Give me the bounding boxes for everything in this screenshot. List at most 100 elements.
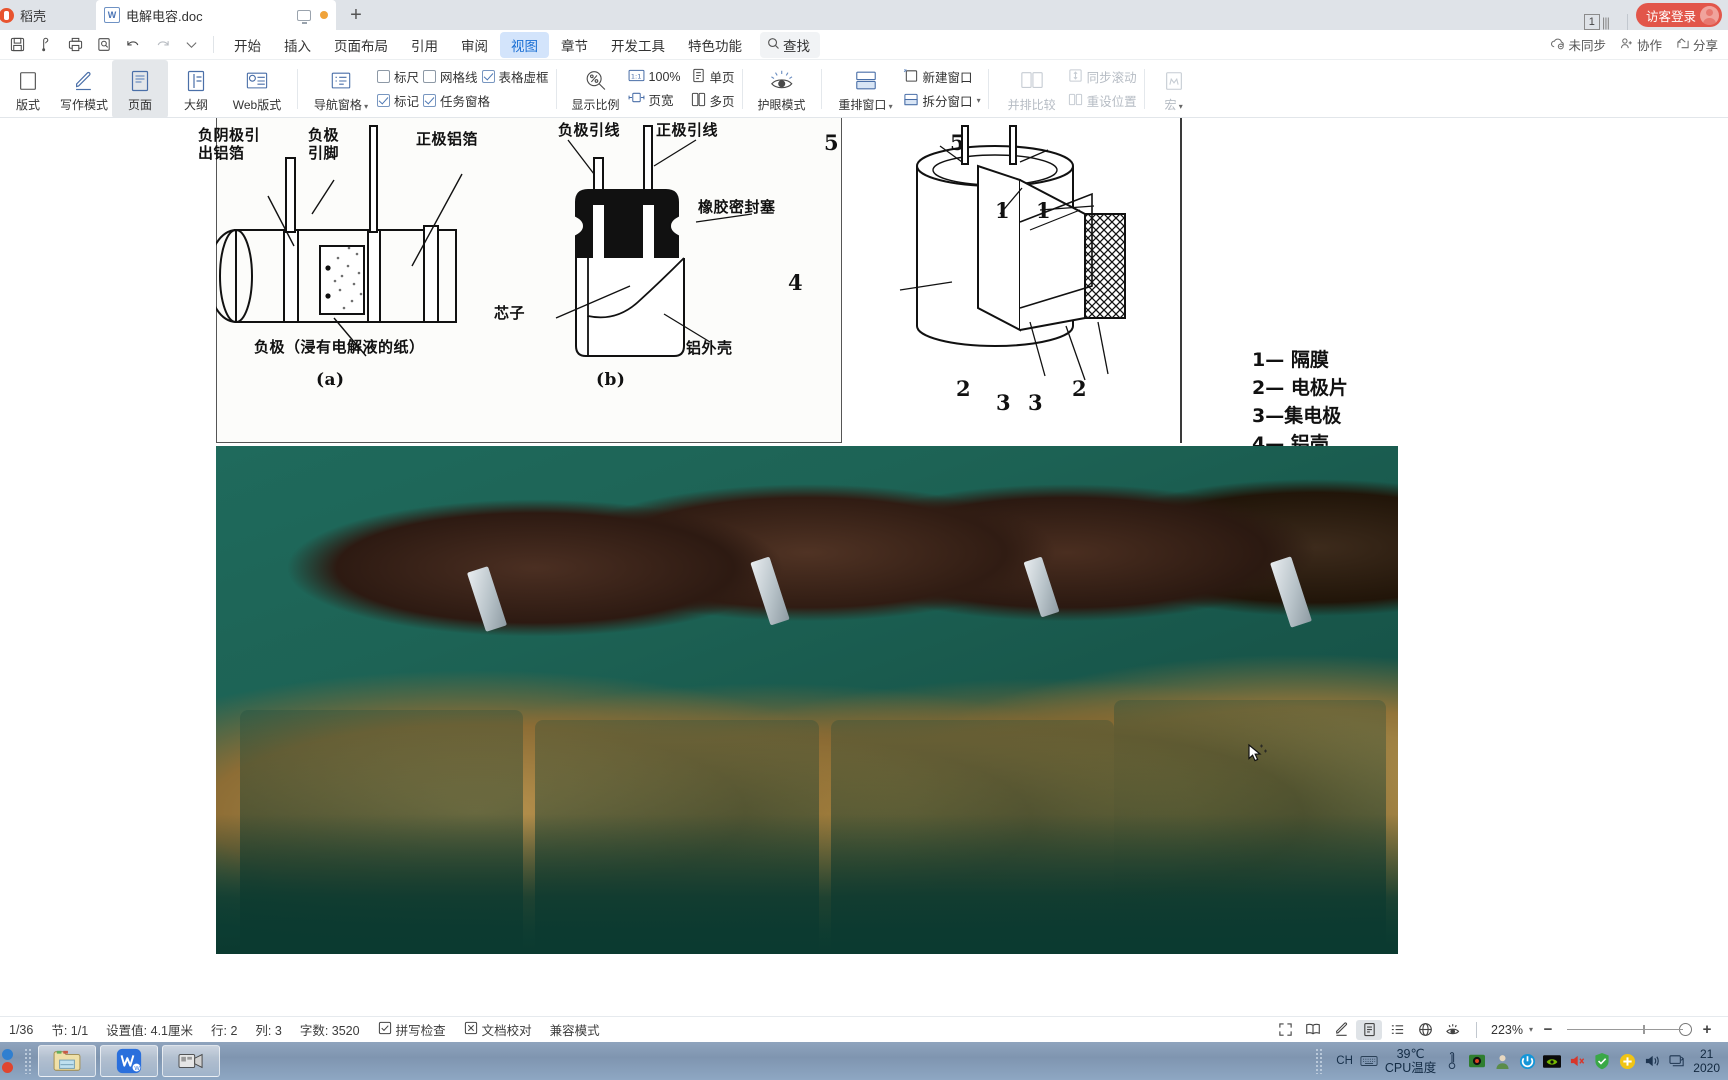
taskbar-item-file-explorer[interactable] bbox=[38, 1045, 96, 1077]
sync-status-button[interactable]: 未同步 bbox=[1544, 32, 1612, 57]
checkbox-box[interactable] bbox=[377, 70, 390, 83]
checkbox-ruler[interactable]: 标尺 bbox=[377, 67, 419, 86]
checkbox-table-border[interactable]: 表格虚框 bbox=[481, 67, 549, 86]
status-setting[interactable]: 设置值: 4.1厘米 bbox=[97, 1020, 202, 1039]
customize-toolbar-icon[interactable] bbox=[178, 33, 204, 57]
status-page[interactable]: 1/36 bbox=[0, 1023, 42, 1037]
ribbon-single-page[interactable]: 单页 bbox=[691, 67, 735, 86]
keyboard-icon[interactable] bbox=[1360, 1052, 1378, 1070]
save-icon[interactable] bbox=[4, 33, 30, 57]
ribbon-page-mode[interactable]: 页面 bbox=[112, 60, 168, 117]
network-icon[interactable] bbox=[1668, 1052, 1686, 1070]
start-button[interactable] bbox=[0, 1042, 18, 1080]
menu-item-special[interactable]: 特色功能 bbox=[677, 32, 753, 58]
clock-time: 21 bbox=[1699, 1046, 1714, 1061]
print-preview-icon[interactable] bbox=[33, 33, 59, 57]
zoom-out-button[interactable]: − bbox=[1535, 1020, 1561, 1040]
ribbon-sync-scroll: 同步滚动 bbox=[1068, 67, 1137, 86]
menu-item-review[interactable]: 审阅 bbox=[450, 32, 499, 58]
shield-icon[interactable] bbox=[1593, 1052, 1611, 1070]
status-col[interactable]: 列: 3 bbox=[246, 1020, 290, 1039]
guest-login-button[interactable]: 访客登录 bbox=[1635, 3, 1722, 27]
search-doc-icon[interactable] bbox=[91, 33, 117, 57]
ribbon-outline-mode[interactable]: 大纲 bbox=[168, 60, 224, 117]
status-section[interactable]: 节: 1/1 bbox=[42, 1020, 97, 1039]
taskbar-grip[interactable] bbox=[24, 1048, 32, 1074]
volume-mute-icon[interactable] bbox=[1568, 1052, 1586, 1070]
ribbon-display-ratio[interactable]: 显示比例 bbox=[564, 60, 628, 117]
status-divider bbox=[1476, 1021, 1477, 1038]
document-canvas[interactable]: 负阴极引 出铝箔 负极 引脚 正极铝箔 负极（浸有电解液的纸） (a) 负极引线… bbox=[0, 118, 1728, 1016]
checkbox-box[interactable] bbox=[481, 70, 495, 83]
taskbar-clock[interactable]: 21 2020 bbox=[1693, 1047, 1720, 1076]
undo-icon[interactable] bbox=[120, 33, 146, 57]
menu-search-button[interactable]: 查找 bbox=[760, 31, 820, 58]
status-word-count[interactable]: 字数: 3520 bbox=[291, 1020, 369, 1039]
eye-protect-icon[interactable] bbox=[1440, 1020, 1466, 1040]
write-mode-icon[interactable] bbox=[1328, 1020, 1354, 1040]
ribbon-multi-page[interactable]: 多页 bbox=[691, 91, 735, 110]
target-icon[interactable] bbox=[1468, 1052, 1486, 1070]
ribbon-page-width[interactable]: 页宽 bbox=[628, 90, 681, 109]
checkbox-task-pane[interactable]: 任务窗格 bbox=[423, 91, 490, 110]
ribbon-nav-pane[interactable]: 导航窗格 ▾ bbox=[305, 60, 377, 117]
ribbon-split-window[interactable]: 拆分窗口 ▾ bbox=[903, 91, 981, 110]
checkbox-box[interactable] bbox=[423, 94, 437, 107]
fullscreen-icon[interactable] bbox=[1272, 1020, 1298, 1040]
zoom-in-button[interactable]: + bbox=[1694, 1020, 1720, 1040]
ribbon-write-mode[interactable]: 写作模式 bbox=[56, 60, 112, 117]
ribbon-zoom-100[interactable]: 1:1 100% bbox=[628, 69, 681, 85]
collaborate-button[interactable]: 协作 bbox=[1614, 32, 1668, 57]
status-proofread[interactable]: 文档校对 bbox=[455, 1020, 541, 1039]
thermometer-icon[interactable] bbox=[1443, 1052, 1461, 1070]
speaker-icon[interactable] bbox=[1643, 1052, 1661, 1070]
taskbar-item-wps[interactable]: W bbox=[100, 1045, 158, 1077]
outline-view-icon[interactable] bbox=[1384, 1020, 1410, 1040]
zoom-level-label[interactable]: 223% bbox=[1491, 1023, 1523, 1037]
nvidia-icon[interactable] bbox=[1543, 1052, 1562, 1070]
checkbox-marks[interactable]: 标记 bbox=[377, 91, 419, 110]
tab-count-badge[interactable]: 1 bbox=[1583, 14, 1600, 30]
power-icon[interactable] bbox=[1518, 1052, 1536, 1070]
web-view-icon[interactable] bbox=[1412, 1020, 1438, 1040]
print-icon[interactable] bbox=[62, 33, 88, 57]
zoom-slider[interactable] bbox=[1567, 1023, 1692, 1036]
cpu-temp-widget[interactable]: 39℃ CPU温度 bbox=[1385, 1047, 1436, 1076]
menu-item-insert[interactable]: 插入 bbox=[273, 32, 322, 58]
ribbon-eye-mode[interactable]: 护眼模式 bbox=[750, 60, 814, 117]
brand-tab-label: 稻壳 bbox=[20, 8, 47, 24]
checkbox-box[interactable] bbox=[423, 70, 437, 83]
checkbox-gridlines[interactable]: 网格线 bbox=[423, 67, 478, 86]
taskbar-item-screen-recorder[interactable] bbox=[162, 1045, 220, 1077]
checkbox-box[interactable] bbox=[377, 94, 390, 107]
brand-tab-docer[interactable]: 稻壳 bbox=[0, 0, 96, 30]
present-monitor-icon[interactable] bbox=[297, 9, 311, 24]
menu-item-view[interactable]: 视图 bbox=[500, 31, 549, 58]
status-spellcheck[interactable]: 拼写检查 bbox=[369, 1020, 455, 1039]
ribbon-rearrange-window[interactable]: 重排窗口 ▾ bbox=[829, 60, 903, 117]
book-view-icon[interactable] bbox=[1300, 1020, 1326, 1040]
ribbon-new-window[interactable]: 新建窗口 bbox=[903, 67, 981, 86]
menu-item-start[interactable]: 开始 bbox=[223, 32, 272, 58]
status-row[interactable]: 行: 2 bbox=[202, 1020, 246, 1039]
zoom-slider-track[interactable] bbox=[1567, 1024, 1683, 1034]
user-icon[interactable] bbox=[1493, 1052, 1511, 1070]
redo-icon[interactable] bbox=[149, 33, 175, 57]
menu-item-section[interactable]: 章节 bbox=[550, 32, 599, 58]
new-tab-button[interactable]: + bbox=[336, 0, 376, 30]
tray-grip[interactable] bbox=[1315, 1048, 1324, 1074]
ribbon-layout-mode[interactable]: 版式 bbox=[0, 60, 56, 117]
menu-item-reference[interactable]: 引用 bbox=[400, 32, 449, 58]
ime-indicator[interactable]: CH bbox=[1336, 1055, 1353, 1067]
plus-circle-icon[interactable] bbox=[1618, 1052, 1636, 1070]
status-compat-mode[interactable]: 兼容模式 bbox=[541, 1020, 609, 1039]
menu-item-page-layout[interactable]: 页面布局 bbox=[323, 32, 399, 58]
capacitor-photo[interactable] bbox=[216, 446, 1398, 954]
menu-item-dev-tools[interactable]: 开发工具 bbox=[600, 32, 676, 58]
page-view-icon[interactable] bbox=[1356, 1019, 1382, 1040]
share-button[interactable]: 分享 bbox=[1670, 32, 1724, 57]
chevron-down-icon[interactable]: ▾ bbox=[1529, 1025, 1533, 1034]
ribbon-web-mode[interactable]: Web版式 bbox=[224, 60, 290, 117]
tab-list-icon[interactable]: ||| bbox=[1602, 15, 1610, 30]
document-tab[interactable]: W 电解电容.doc bbox=[96, 0, 336, 30]
